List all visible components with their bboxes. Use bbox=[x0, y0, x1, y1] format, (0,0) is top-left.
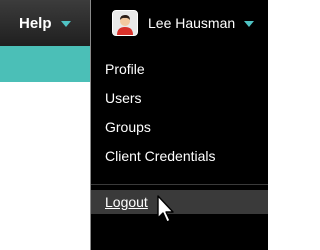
chevron-down-icon bbox=[244, 21, 255, 27]
menu-divider bbox=[91, 184, 268, 185]
teal-banner-strip bbox=[0, 46, 90, 82]
help-menu-button[interactable]: Help bbox=[0, 0, 90, 46]
user-dropdown-menu: Profile Users Groups Client Credentials … bbox=[91, 46, 268, 250]
chevron-down-icon bbox=[60, 21, 71, 27]
mouse-pointer-icon bbox=[157, 195, 174, 223]
menu-item-client-credentials[interactable]: Client Credentials bbox=[91, 142, 268, 171]
menu-item-logout[interactable]: Logout bbox=[91, 190, 268, 214]
menu-item-groups[interactable]: Groups bbox=[91, 113, 268, 142]
menu-item-users[interactable]: Users bbox=[91, 84, 268, 113]
user-avatar-icon bbox=[112, 10, 138, 36]
help-label: Help bbox=[19, 14, 52, 32]
user-name-label: Lee Hausman bbox=[148, 15, 236, 31]
menu-item-profile[interactable]: Profile bbox=[91, 55, 268, 84]
user-menu-button[interactable]: Lee Hausman bbox=[91, 0, 268, 46]
